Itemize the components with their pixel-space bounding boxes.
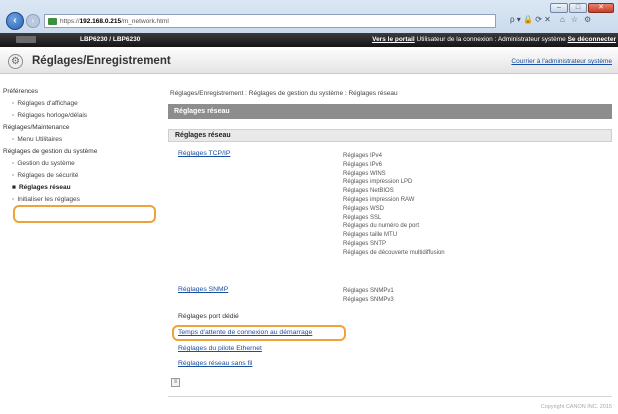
sidebar-item-label: Menu Utilitaires bbox=[17, 136, 63, 143]
section-header: Réglages réseau bbox=[168, 104, 612, 119]
sidebar-item-display-settings[interactable]: ▫ Réglages d'affichage bbox=[0, 98, 160, 110]
wireless-settings-link[interactable]: Réglages réseau sans fil bbox=[178, 360, 252, 367]
list-item: Réglages SSL bbox=[343, 214, 382, 221]
footer-divider bbox=[168, 396, 612, 397]
wait-time-highlight-callout bbox=[172, 325, 346, 341]
list-item: Réglages IPv4 bbox=[343, 153, 383, 159]
ethernet-driver-link[interactable]: Réglages du pilote Ethernet bbox=[178, 345, 262, 352]
list-item: Réglages WSD bbox=[343, 205, 385, 212]
bullet-icon: ▫ bbox=[12, 160, 15, 167]
sidebar-section-maintenance: Réglages/Maintenance bbox=[3, 124, 70, 131]
address-controls[interactable]: ρ ▾ 🔒 ⟳ ✕ bbox=[510, 15, 551, 24]
home-icon[interactable]: ⌂ bbox=[560, 15, 565, 24]
list-item: Réglages impression LPD bbox=[343, 179, 413, 186]
portal-link[interactable]: Vers le portail bbox=[372, 36, 415, 43]
list-item: Réglages NetBIOS bbox=[343, 188, 394, 195]
bullet-icon: ▫ bbox=[12, 172, 15, 179]
url-path: /m_network.html bbox=[121, 17, 169, 25]
url-host: 192.168.0.215 bbox=[79, 17, 122, 25]
sidebar-section-preferences: Préférences bbox=[3, 88, 39, 95]
minimize-button[interactable]: – bbox=[550, 3, 568, 13]
list-item: Réglages de découverte multidiffusion bbox=[343, 249, 445, 256]
sidebar: Préférences ▫ Réglages d'affichage ▫ Régla… bbox=[0, 86, 160, 206]
sidebar-section-system: Réglages de gestion du système bbox=[3, 148, 98, 155]
snmp-settings-link[interactable]: Réglages SNMP bbox=[178, 286, 228, 293]
sidebar-item-label: Réglages horloge/délais bbox=[17, 112, 88, 119]
list-item: Réglages SNMPv3 bbox=[343, 297, 394, 303]
https-lock-icon bbox=[48, 17, 57, 25]
bullet-icon: ■ bbox=[12, 184, 16, 191]
sidebar-item-network[interactable]: ■ Réglages réseau bbox=[0, 182, 160, 194]
bullet-icon: ▫ bbox=[12, 112, 15, 119]
tcpip-settings-link[interactable]: Réglages TCP/IP bbox=[178, 150, 230, 157]
page-menu-icon[interactable]: ≡ bbox=[171, 378, 180, 387]
list-item: Réglages WINS bbox=[343, 170, 386, 177]
list-item: Réglages impression RAW bbox=[343, 196, 415, 203]
sidebar-item-system-management[interactable]: ▫ Gestion du système bbox=[0, 158, 160, 170]
forward-arrow-icon[interactable]: › bbox=[26, 14, 40, 28]
sidebar-item-label: Gestion du système bbox=[17, 160, 75, 167]
mail-admin-link[interactable]: Courrier à l'administrateur système bbox=[511, 58, 612, 65]
settings-gear-icon[interactable]: ⚙ bbox=[584, 15, 591, 24]
list-item: Réglages taille MTU bbox=[343, 232, 398, 239]
breadcrumb: Réglages/Enregistrement : Réglages de ge… bbox=[170, 90, 398, 97]
logout-link[interactable]: Se déconnecter bbox=[568, 36, 616, 43]
sidebar-item-label: Réglages d'affichage bbox=[17, 100, 78, 107]
maximize-button[interactable]: □ bbox=[569, 3, 587, 13]
bullet-icon: ▫ bbox=[12, 136, 15, 143]
sidebar-item-utilities[interactable]: ▫ Menu Utilitaires bbox=[0, 134, 160, 146]
back-arrow-icon[interactable]: ‹ bbox=[6, 12, 24, 30]
list-item: Réglages du numéro de port bbox=[343, 223, 420, 230]
printer-bar-right: Vers le portail Utilisateur de la connex… bbox=[372, 36, 616, 43]
sidebar-item-label: Réglages de sécurité bbox=[17, 172, 79, 179]
page-title-bar: ⚙ Réglages/Enregistrement Courrier à l'a… bbox=[0, 50, 618, 74]
sidebar-highlight-callout bbox=[13, 205, 156, 223]
printer-header-bar: LBP6230 / LBP6230 Vers le portail Utilis… bbox=[0, 33, 618, 47]
user-info: Utilisateur de la connexion : Administra… bbox=[416, 36, 566, 43]
sidebar-item-label: Initialiser les réglages bbox=[17, 196, 80, 203]
dedicated-port-label: Réglages port dédié bbox=[178, 313, 239, 320]
bullet-icon: ▫ bbox=[12, 196, 15, 203]
window-controls: – □ ✕ bbox=[550, 3, 614, 13]
browser-toolbar-icons: ⌂ ☆ ⚙ bbox=[560, 15, 591, 24]
page-title: Réglages/Enregistrement bbox=[32, 55, 171, 67]
subsection-header: Réglages réseau bbox=[168, 129, 612, 142]
address-bar[interactable]: https:// 192.168.0.215 /m_network.html bbox=[44, 14, 496, 28]
list-item: Réglages IPv6 bbox=[343, 161, 383, 168]
close-button[interactable]: ✕ bbox=[588, 3, 614, 13]
favorites-star-icon[interactable]: ☆ bbox=[571, 15, 578, 24]
snmp-subitems: Réglages SNMPv1 Réglages SNMPv3 bbox=[343, 287, 394, 305]
sidebar-item-clock-settings[interactable]: ▫ Réglages horloge/délais bbox=[0, 110, 160, 122]
list-item: Réglages SNMPv1 bbox=[343, 288, 394, 294]
canon-logo-icon bbox=[16, 36, 36, 43]
printer-model: LBP6230 / LBP6230 bbox=[80, 36, 141, 43]
list-item: Réglages SNTP bbox=[343, 240, 387, 247]
sidebar-item-label: Réglages réseau bbox=[18, 184, 71, 191]
url-scheme: https:// bbox=[60, 17, 80, 25]
bullet-icon: ▫ bbox=[12, 100, 15, 107]
settings-gear-icon: ⚙ bbox=[8, 54, 23, 69]
copyright: Copyright CANON INC. 2015 bbox=[540, 404, 612, 410]
tcpip-subitems: Réglages IPv4 Réglages IPv6 Réglages WIN… bbox=[343, 152, 445, 258]
sidebar-item-security[interactable]: ▫ Réglages de sécurité bbox=[0, 170, 160, 182]
browser-chrome: – □ ✕ ‹ › https:// 192.168.0.215 /m_netw… bbox=[0, 0, 618, 47]
